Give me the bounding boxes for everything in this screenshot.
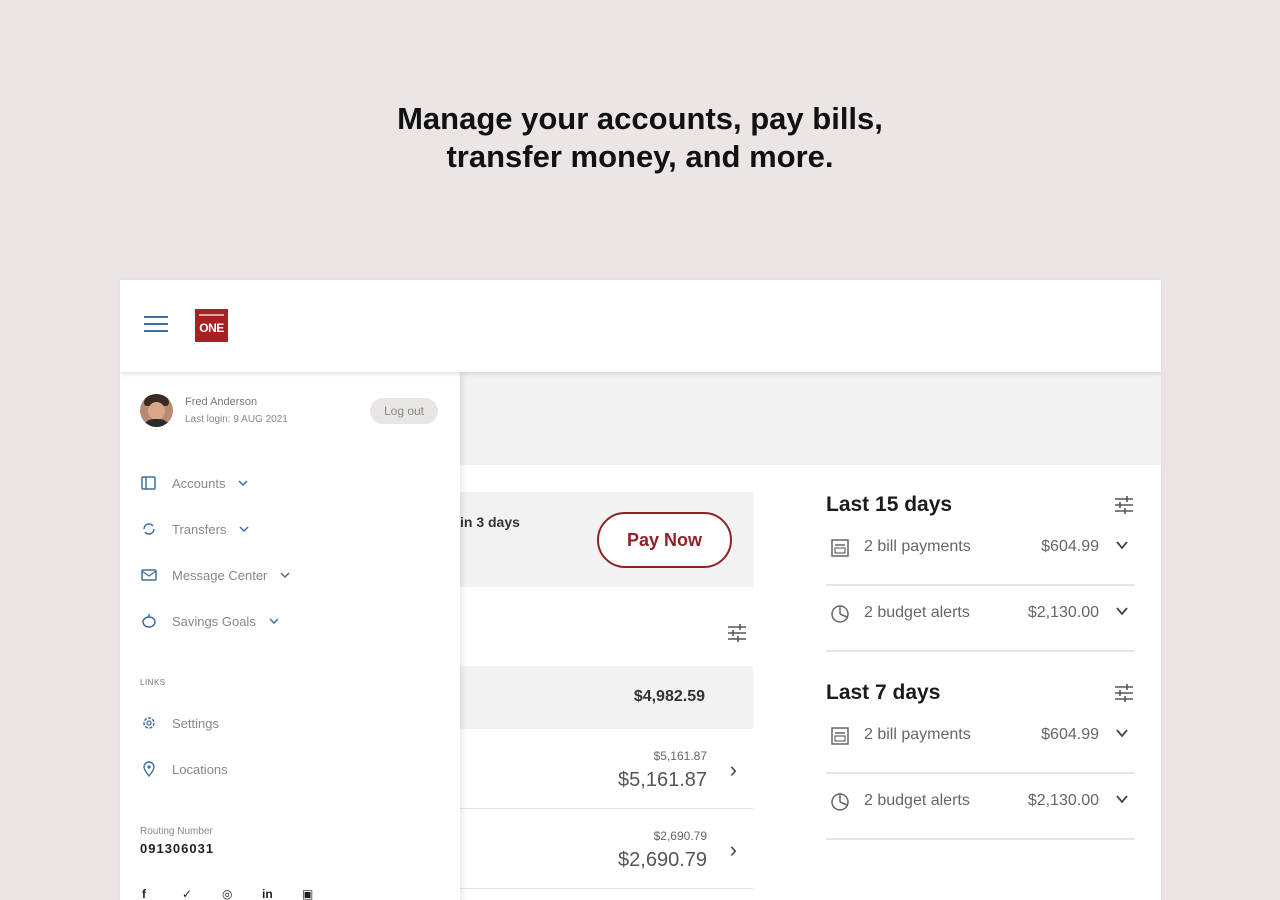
nav-label: Locations [172, 761, 228, 777]
savings-icon [142, 614, 156, 628]
routing-label: Routing Number [140, 826, 213, 837]
bill-icon [831, 727, 849, 745]
account-available: $2,690.79 [653, 829, 707, 843]
bill-icon [831, 539, 849, 557]
last-login: Last login: 9 AUG 2021 [185, 414, 288, 425]
bill-due-card: in 3 days Pay Now [460, 492, 753, 587]
hamburger-menu-icon[interactable] [144, 314, 170, 334]
message-icon [141, 569, 157, 581]
avatar [140, 394, 173, 427]
filter-sliders-icon[interactable] [726, 622, 748, 644]
summary-value: $604.99 [1041, 538, 1099, 555]
summary-label: 2 budget alerts [864, 604, 970, 621]
period-title: Last 15 days [826, 490, 1135, 520]
summary-label: 2 bill payments [864, 726, 971, 743]
account-available: $5,161.87 [653, 749, 707, 763]
brand-logo[interactable]: ONE [195, 309, 228, 342]
chevron-right-icon: › [729, 837, 737, 862]
total-balance-row: $4,982.59 [460, 666, 753, 729]
logout-button[interactable]: Log out [370, 398, 438, 424]
period-title: Last 7 days [826, 678, 1135, 708]
user-name: Fred Anderson [185, 396, 258, 408]
twitter-icon[interactable]: ✓ [182, 887, 196, 900]
summary-value: $2,130.00 [1027, 792, 1099, 809]
summary-value: $604.99 [1041, 726, 1099, 743]
headline-line-2: transfer money, and more. [446, 139, 834, 174]
instagram-icon[interactable]: ◎ [222, 887, 236, 900]
nav-label: Accounts [172, 475, 226, 491]
nav-item-accounts[interactable]: Accounts [140, 471, 249, 495]
nav-label: Settings [172, 715, 219, 731]
chevron-down-icon [1116, 795, 1128, 804]
chevron-down-icon [269, 618, 279, 625]
account-balance: $2,690.79 [618, 849, 707, 871]
app-window: ONE in 3 days Pay Now $4,982.59 $5,161.8… [120, 280, 1161, 900]
total-amount: $4,982.59 [633, 688, 705, 705]
gear-icon [143, 717, 155, 729]
chevron-right-icon: › [729, 757, 737, 782]
headline-line-1: Manage your accounts, pay bills, [397, 101, 883, 136]
summary-row-bills[interactable]: 2 bill payments $604.99 [826, 520, 1135, 586]
summary-value: $2,130.00 [1027, 604, 1099, 621]
chevron-down-icon [239, 526, 249, 533]
chevron-down-icon [1116, 541, 1128, 550]
summary-row-alerts[interactable]: 2 budget alerts $2,130.00 [826, 586, 1135, 652]
period-title-text: Last 7 days [826, 681, 941, 704]
nav-label: Transfers [172, 521, 227, 537]
summary-label: 2 bill payments [864, 538, 971, 555]
pie-chart-icon [831, 605, 849, 623]
chevron-down-icon [1116, 729, 1128, 738]
pie-chart-icon [831, 793, 849, 811]
accounts-icon [141, 476, 156, 490]
social-links: f ✓ ◎ in ▣ [142, 887, 316, 900]
activity-summary: Last 15 days 2 bill payments $604.99 2 b… [826, 490, 1135, 840]
nav-item-locations[interactable]: Locations [140, 757, 228, 781]
period-title-text: Last 15 days [826, 493, 953, 516]
bill-due-text: in 3 days [460, 514, 520, 530]
chevron-down-icon [280, 572, 290, 579]
links-header: LINKS [140, 678, 166, 687]
headline: Manage your accounts, pay bills, transfe… [0, 100, 1280, 176]
top-bar: ONE [120, 280, 1161, 372]
account-row[interactable]: $2,690.79 $2,690.79 › [460, 809, 753, 889]
nav-item-message-center[interactable]: Message Center [140, 563, 291, 587]
summary-row-bills[interactable]: 2 bill payments $604.99 [826, 708, 1135, 774]
chevron-down-icon [1116, 607, 1128, 616]
youtube-icon[interactable]: ▣ [302, 887, 316, 900]
nav-label: Message Center [172, 567, 268, 583]
linkedin-icon[interactable]: in [262, 887, 276, 900]
pay-now-button[interactable]: Pay Now [597, 512, 732, 568]
nav-drawer: Fred Anderson Last login: 9 AUG 2021 Log… [120, 372, 460, 900]
account-row[interactable]: $5,161.87 $5,161.87 › [460, 729, 753, 809]
nav-item-transfers[interactable]: Transfers [140, 517, 250, 541]
chevron-down-icon [238, 480, 249, 487]
summary-label: 2 budget alerts [864, 792, 970, 809]
location-pin-icon [143, 761, 155, 778]
header-strip [460, 372, 1161, 465]
facebook-icon[interactable]: f [142, 887, 156, 900]
summary-row-alerts[interactable]: 2 budget alerts $2,130.00 [826, 774, 1135, 840]
filter-sliders-icon[interactable] [1113, 494, 1135, 516]
logo-text: ONE [199, 321, 224, 335]
nav-item-settings[interactable]: Settings [140, 711, 219, 735]
routing-number: 091306031 [140, 841, 215, 856]
account-balance: $5,161.87 [618, 769, 707, 791]
filter-sliders-icon[interactable] [1113, 682, 1135, 704]
nav-label: Savings Goals [172, 613, 256, 629]
nav-item-savings-goals[interactable]: Savings Goals [140, 609, 280, 633]
transfers-icon [143, 523, 155, 535]
